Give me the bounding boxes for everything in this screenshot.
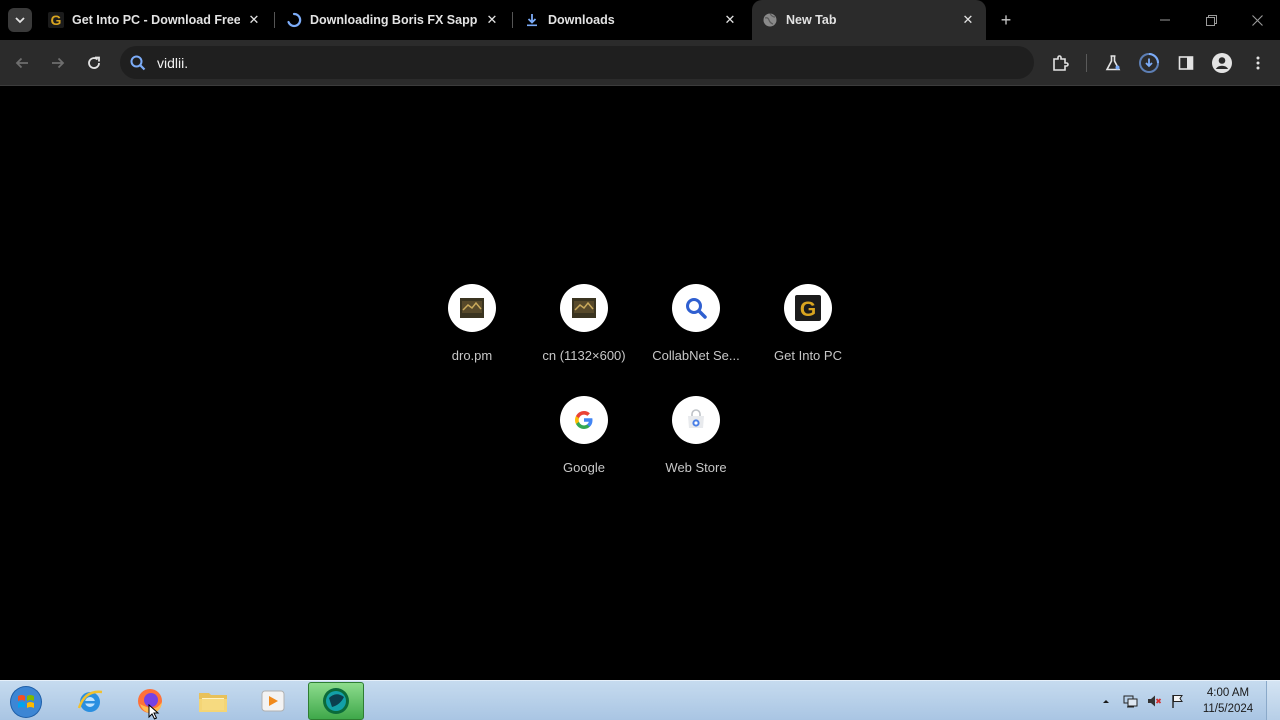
flag-icon — [1172, 695, 1183, 708]
minimize-button[interactable] — [1142, 0, 1188, 40]
taskbar-chrome-active[interactable] — [308, 682, 364, 720]
tab-title: Downloading Boris FX Sapphire — [310, 13, 478, 27]
minimize-icon — [1160, 19, 1170, 21]
start-button[interactable] — [6, 683, 46, 720]
google-icon — [560, 396, 608, 444]
side-panel-icon — [1178, 56, 1194, 70]
restore-button[interactable] — [1188, 0, 1234, 40]
thumbnail-icon — [560, 284, 608, 332]
folder-icon — [199, 693, 227, 712]
close-icon[interactable]: ✕ — [246, 12, 262, 28]
windows-orb-icon — [10, 686, 42, 718]
arrow-right-icon — [52, 57, 65, 69]
shortcut-label: Web Store — [665, 460, 727, 475]
labs-button[interactable] — [1101, 51, 1125, 75]
avatar-icon — [1212, 53, 1232, 73]
restore-icon — [1205, 14, 1217, 26]
shortcut-tile[interactable]: Google — [528, 396, 640, 508]
close-icon[interactable]: ✕ — [960, 12, 976, 28]
shortcut-label: dro.pm — [451, 348, 493, 363]
clock-date: 11/5/2024 — [1202, 703, 1254, 715]
taskbar-file-explorer[interactable] — [185, 682, 241, 720]
toolbar-divider — [1086, 54, 1087, 72]
loading-spinner-icon — [286, 12, 302, 28]
browser-app-icon — [323, 688, 349, 714]
getintopc-icon: G — [784, 284, 832, 332]
shortcut-tile[interactable]: cn (1132×600) — [528, 284, 640, 396]
getintopc-icon: G — [48, 12, 64, 28]
clock-time: 4:00 AM — [1206, 687, 1250, 699]
show-desktop-button[interactable] — [1266, 681, 1280, 720]
shortcut-tile[interactable]: Web Store — [640, 396, 752, 508]
close-icon[interactable]: ✕ — [484, 12, 500, 28]
tab-search-button[interactable] — [8, 8, 32, 32]
new-tab-button[interactable]: + — [996, 10, 1016, 30]
shortcut-label: CollabNet Se... — [652, 348, 740, 363]
shortcut-tile[interactable]: CollabNet Se... — [640, 284, 752, 396]
action-center-tray-icon[interactable] — [1170, 693, 1186, 709]
internet-explorer-icon — [77, 690, 103, 712]
tab-title: Downloads — [548, 13, 615, 27]
webstore-icon — [672, 396, 720, 444]
shortcut-label: Get Into PC — [774, 348, 842, 363]
close-window-button[interactable] — [1234, 0, 1280, 40]
network-tray-icon[interactable] — [1122, 693, 1138, 709]
more-vertical-icon — [1256, 56, 1260, 70]
reload-button[interactable] — [82, 51, 106, 75]
close-icon[interactable]: ✕ — [722, 12, 738, 28]
close-icon — [1251, 14, 1263, 26]
shortcut-label: cn (1132×600) — [542, 348, 626, 363]
svg-text:G: G — [800, 298, 816, 321]
side-panel-button[interactable] — [1174, 51, 1198, 75]
tray-expand-button[interactable] — [1098, 693, 1114, 709]
flask-icon — [1105, 55, 1121, 71]
mouse-cursor-icon — [148, 704, 160, 720]
media-player-icon — [261, 690, 285, 712]
taskbar: 4:00 AM 11/5/2024 — [0, 680, 1280, 720]
reload-icon — [88, 56, 100, 69]
volume-tray-icon[interactable] — [1146, 693, 1162, 709]
tab-divider — [512, 12, 513, 28]
menu-button[interactable] — [1246, 51, 1270, 75]
back-button[interactable] — [10, 51, 34, 75]
profile-button[interactable] — [1210, 51, 1234, 75]
search-icon — [128, 53, 148, 73]
address-bar[interactable]: vidlii. — [120, 46, 1034, 79]
download-progress-icon — [1139, 53, 1159, 73]
arrow-left-icon — [15, 57, 28, 69]
thumbnail-icon — [448, 284, 496, 332]
download-icon — [524, 12, 540, 28]
svg-text:G: G — [51, 12, 62, 28]
tab-divider — [274, 12, 275, 28]
browser-toolbar: vidlii. — [0, 40, 1280, 86]
tab-boris-fx[interactable]: Downloading Boris FX Sapphire ✕ — [276, 6, 510, 34]
tab-getintopc[interactable]: G Get Into PC - Download Free Y ✕ — [38, 6, 272, 34]
extensions-button[interactable] — [1048, 51, 1072, 75]
search-icon — [672, 284, 720, 332]
tab-downloads[interactable]: Downloads ✕ — [514, 6, 748, 34]
shortcut-tile[interactable]: G Get Into PC — [752, 284, 864, 396]
taskbar-internet-explorer[interactable] — [62, 682, 118, 720]
taskbar-media-player[interactable] — [245, 682, 301, 720]
system-clock[interactable]: 4:00 AM 11/5/2024 — [1196, 685, 1260, 717]
tab-title: Get Into PC - Download Free Y — [72, 13, 240, 27]
network-icon — [1123, 695, 1138, 708]
tab-title: New Tab — [786, 13, 837, 27]
shortcut-label: Google — [563, 460, 605, 475]
shortcut-tile[interactable]: dro.pm — [416, 284, 528, 396]
volume-muted-icon — [1148, 695, 1162, 707]
chevron-up-icon — [1103, 700, 1109, 703]
address-bar-text[interactable]: vidlii. — [157, 55, 188, 71]
tab-new-tab[interactable]: New Tab ✕ — [752, 0, 986, 40]
tab-strip: G Get Into PC - Download Free Y ✕ Downlo… — [0, 0, 1280, 40]
chevron-down-icon — [15, 17, 25, 24]
puzzle-icon — [1053, 55, 1069, 71]
globe-icon — [762, 12, 778, 28]
downloads-button[interactable] — [1137, 51, 1161, 75]
forward-button[interactable] — [46, 51, 70, 75]
